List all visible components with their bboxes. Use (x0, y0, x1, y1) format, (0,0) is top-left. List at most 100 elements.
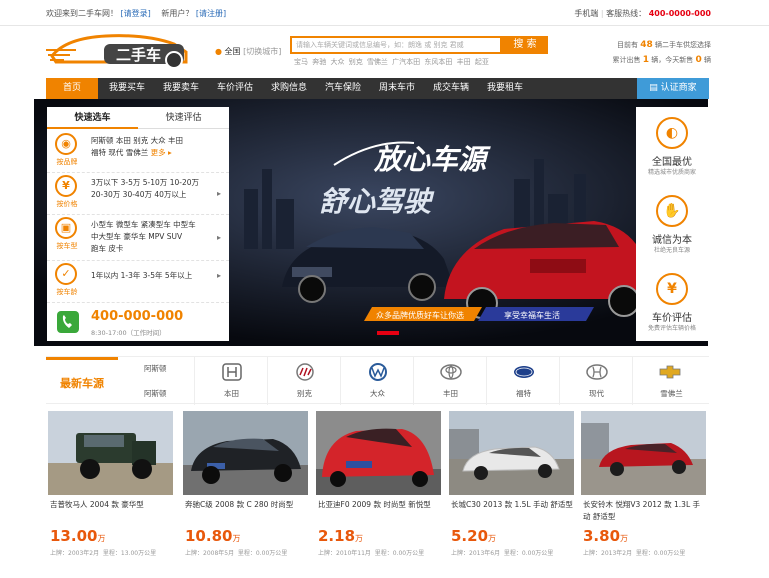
search-button[interactable]: 搜 索 (502, 36, 548, 54)
nav-rent-car[interactable]: 我要租车 (478, 78, 532, 99)
type-links[interactable]: 中大型车 豪华车 MPV SUV (91, 231, 217, 243)
stats-text: 辆，今天新售 (651, 56, 694, 64)
car-title[interactable]: 吉普牧马人 2004 款 豪华型 (50, 499, 172, 511)
feature-integrity[interactable]: ✋ 诚信为本 杜绝无良车源 (636, 195, 708, 265)
brand-honda[interactable]: 本田 (194, 357, 267, 405)
feature-valuation[interactable]: ¥ 车价评估 免费评估车辆价格 (636, 273, 708, 343)
nav-buy-car[interactable]: 我要买车 (100, 78, 154, 99)
tab-quick-eval[interactable]: 快速评估 (138, 107, 229, 129)
mobile-link[interactable]: 手机端 (574, 9, 598, 18)
nav-home[interactable]: 首页 (46, 78, 98, 99)
type-links[interactable]: 跑车 皮卡 (91, 243, 217, 255)
site-stats: 目前有 48 辆二手车供您选择 累计出售 1 辆，今天新售 0 辆 (613, 38, 711, 68)
car-title[interactable]: 奔驰C级 2008 款 C 280 时尚型 (185, 499, 307, 511)
welcome-text: 欢迎来到二手车网！ (46, 9, 118, 18)
switch-city-link[interactable]: [切换城市] (243, 47, 281, 56)
chevron-right-icon: ▸ (216, 271, 221, 280)
banner-pager-dot[interactable] (377, 331, 399, 335)
certified-dealer-button[interactable]: ▤ 认证商家 (637, 78, 709, 99)
hot-word[interactable]: 起亚 (475, 58, 489, 66)
city-selector[interactable]: ● 全国 [切换城市] (215, 46, 281, 57)
car-price: 3.80万 (583, 527, 628, 545)
new-user-text: 新用户？ (161, 9, 194, 18)
nav-car-insurance[interactable]: 汽车保险 (316, 78, 370, 99)
car-card[interactable]: 长安铃木 悦翔V3 2012 款 1.3L 手动 舒适型 3.80万 上牌：20… (581, 411, 706, 576)
site-logo[interactable]: 二手车 (46, 30, 196, 74)
nav-sold-cars[interactable]: 成交车辆 (424, 78, 478, 99)
hot-word[interactable]: 宝马 (294, 58, 308, 66)
hot-word[interactable]: 别克 (349, 58, 363, 66)
car-price: 2.18万 (318, 527, 363, 545)
car-meta: 上牌：2008年5月 里程：0.00万公里 (185, 548, 310, 557)
nav-sell-car[interactable]: 我要卖车 (154, 78, 208, 99)
car-card[interactable]: 吉普牧马人 2004 款 豪华型 13.00万 上牌：2003年2月 里程：13… (48, 411, 173, 576)
brand-links[interactable]: 阿斯顿 本田 别克 大众 丰田 (91, 135, 217, 147)
hot-word[interactable]: 大众 (330, 58, 344, 66)
car-card[interactable]: 奔驰C级 2008 款 C 280 时尚型 10.80万 上牌：2008年5月 … (183, 411, 308, 576)
buick-logo-icon (296, 363, 314, 381)
nav-weekend-market[interactable]: 周末车市 (370, 78, 424, 99)
type-links[interactable]: 小型车 微型车 紧凑型车 中型车 (91, 219, 217, 231)
price-value: 3.80 (583, 527, 621, 545)
car-title[interactable]: 比亚迪F0 2009 款 时尚型 新悦型 (318, 499, 440, 511)
brand-icon: ◉ (55, 133, 77, 155)
car-title[interactable]: 长城C30 2013 款 1.5L 手动 舒适型 (451, 499, 573, 511)
car-card[interactable]: 比亚迪F0 2009 款 时尚型 新悦型 2.18万 上牌：2010年11月 里… (316, 411, 441, 576)
hyundai-logo-icon (586, 364, 608, 380)
car-card[interactable]: 长城C30 2013 款 1.5L 手动 舒适型 5.20万 上牌：2013年6… (449, 411, 574, 576)
car-photo[interactable] (581, 411, 706, 495)
quick-row-links[interactable]: 小型车 微型车 紧凑型车 中型车 中大型车 豪华车 MPV SUV 跑车 皮卡 (91, 219, 217, 255)
hot-word[interactable]: 奔驰 (312, 58, 326, 66)
contact-hours: 8:30-17:00（工作时间） (91, 329, 166, 337)
register-link[interactable]: [请注册] (196, 9, 226, 18)
contact-phone-number: 400-000-000 (91, 309, 184, 324)
age-links[interactable]: 1年以内 1-3年 3-5年 5年以上 (91, 270, 217, 282)
price-links[interactable]: 20-30万 30-40万 40万以上 (91, 189, 217, 201)
reg-date: 上牌：2003年2月 (50, 550, 100, 557)
stats-count: 1 (642, 55, 650, 65)
price-value: 2.18 (318, 527, 356, 545)
stats-count: 48 (640, 40, 653, 50)
more-link[interactable]: 更多 (151, 148, 166, 157)
nav-car-valuation[interactable]: 车价评估 (208, 78, 262, 99)
brand-buick[interactable]: 别克 (267, 357, 340, 405)
quick-row-links[interactable]: 1年以内 1-3年 3-5年 5年以上 (91, 270, 217, 282)
price-unit: 万 (355, 534, 364, 543)
brand-vw[interactable]: 大众 (340, 357, 413, 405)
quick-row-links[interactable]: 3万以下 3-5万 5-10万 10-20万 20-30万 30-40万 40万… (91, 177, 217, 201)
hotline-label: 客服热线： (606, 9, 647, 18)
brand-sub-link[interactable]: 阿斯顿 (144, 388, 167, 399)
quick-row-links[interactable]: 阿斯顿 本田 别克 大众 丰田 福特 现代 雪佛兰 更多 ▸ (91, 135, 217, 159)
china-map-icon: ◐ (656, 117, 688, 149)
car-title[interactable]: 长安铃木 悦翔V3 2012 款 1.3L 手动 舒适型 (583, 499, 705, 523)
car-photo[interactable] (449, 411, 574, 495)
tab-quick-select[interactable]: 快速选车 (47, 107, 138, 129)
brand-toyota[interactable]: 丰田 (413, 357, 486, 405)
search-input[interactable]: 请输入车辆关键词或信息编号，如：朗逸 或 别克 君威 (290, 36, 502, 54)
login-link[interactable]: [请登录] (121, 9, 151, 18)
nav-wanted-info[interactable]: 求购信息 (262, 78, 316, 99)
hot-word[interactable]: 雪佛兰 (367, 58, 388, 66)
brand-links[interactable]: 福特 现代 雪佛兰 (91, 148, 148, 157)
car-meta: 上牌：2013年2月 里程：0.00万公里 (583, 548, 708, 557)
hot-word[interactable]: 广汽本田 (392, 58, 420, 66)
main-nav: 首页 我要买车 我要卖车 车价评估 求购信息 汽车保险 周末车市 成交车辆 我要… (46, 78, 709, 99)
car-photo[interactable] (316, 411, 441, 495)
price-links[interactable]: 3万以下 3-5万 5-10万 10-20万 (91, 177, 217, 189)
hot-word[interactable]: 东风本田 (424, 58, 452, 66)
brand-sub-link[interactable]: 阿斯顿 (144, 363, 167, 374)
feature-nationwide[interactable]: ◐ 全国最优 精选城市优质商家 (636, 117, 708, 187)
feature-title: 全国最优 (652, 157, 692, 168)
car-photo[interactable] (48, 411, 173, 495)
quick-row-label: 按车龄 (56, 288, 78, 296)
banner-tag-1: 众多品牌优质好车让你选 (376, 310, 464, 320)
brand-ford[interactable]: 福特 (486, 357, 559, 405)
brand-hyundai[interactable]: 现代 (559, 357, 632, 405)
hot-word[interactable]: 丰田 (457, 58, 471, 66)
certified-label: 认证商家 (660, 83, 697, 93)
brand-chevrolet[interactable]: 雪佛兰 (632, 357, 709, 405)
car-photo[interactable] (183, 411, 308, 495)
reg-date: 上牌：2013年6月 (451, 550, 501, 557)
car-meta: 上牌：2013年6月 里程：0.00万公里 (451, 548, 576, 557)
quick-row-label: 按车型 (56, 242, 78, 250)
